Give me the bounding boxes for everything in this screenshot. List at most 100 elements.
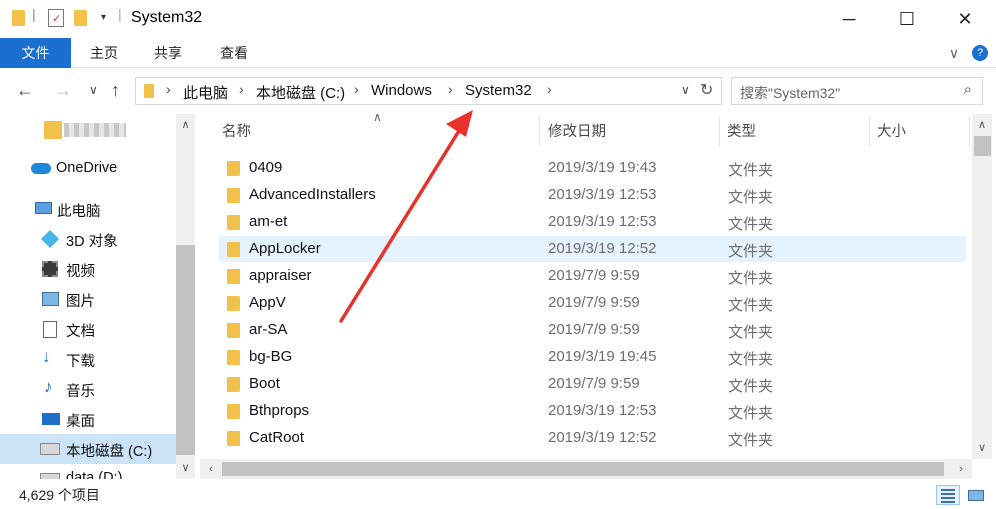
scroll-right-icon[interactable]: › — [952, 460, 970, 478]
file-row[interactable]: ar-SA 2019/7/9 9:59 文件夹 — [219, 317, 966, 343]
folder-icon — [144, 84, 154, 98]
folder-icon — [227, 431, 240, 446]
breadcrumb-system32[interactable]: System32 — [465, 82, 532, 99]
scroll-up-icon[interactable]: ∧ — [973, 116, 991, 134]
file-row[interactable]: AppLocker 2019/3/19 12:52 文件夹 — [219, 236, 966, 262]
file-row[interactable]: Boot 2019/7/9 9:59 文件夹 — [219, 371, 966, 397]
file-date: 2019/3/19 19:43 — [548, 159, 657, 176]
scroll-left-icon[interactable]: ‹ — [202, 460, 220, 478]
sidebar-item-downloads[interactable]: ↓ 下载 — [0, 344, 176, 374]
sidebar-item-this-pc[interactable]: 此电脑 — [0, 194, 176, 224]
file-list: ∧ 名称 修改日期 类型 大小 0409 2019/3/19 19:43 文件夹 Ad… — [200, 110, 996, 479]
file-date: 2019/3/19 12:52 — [548, 240, 657, 257]
scroll-down-icon[interactable]: ∨ — [176, 459, 195, 477]
column-header-type[interactable]: 类型 — [727, 120, 756, 141]
chevron-right-icon[interactable]: › — [547, 81, 552, 97]
search-icon[interactable]: ⌕ — [964, 81, 972, 98]
column-divider[interactable] — [869, 116, 870, 146]
minimize-button[interactable]: ─ — [824, 0, 874, 38]
chevron-right-icon[interactable]: › — [448, 81, 453, 97]
desktop-icon — [42, 413, 60, 425]
file-date: 2019/3/19 19:45 — [548, 348, 657, 365]
window-title: System32 — [131, 9, 203, 26]
chevron-right-icon[interactable]: › — [354, 81, 359, 97]
vertical-scrollbar[interactable] — [972, 114, 992, 459]
column-divider[interactable] — [969, 116, 970, 146]
breadcrumb-local-disk[interactable]: 本地磁盘 (C:) — [256, 82, 345, 103]
customize-toolbar-icon[interactable]: ▾ — [101, 12, 106, 23]
column-divider[interactable] — [719, 116, 720, 146]
forward-icon[interactable]: → — [54, 80, 72, 101]
close-button[interactable]: ✕ — [940, 0, 990, 38]
folder-icon — [227, 188, 240, 203]
tab-file[interactable]: 文件 — [0, 38, 71, 68]
up-icon[interactable]: ↑ — [111, 80, 120, 101]
download-icon: ↓ — [42, 347, 51, 366]
breadcrumb-windows[interactable]: Windows — [371, 82, 432, 99]
sidebar-scroll-thumb[interactable] — [176, 245, 195, 455]
scroll-down-icon[interactable]: ∨ — [973, 439, 991, 457]
chevron-right-icon[interactable]: › — [239, 81, 244, 97]
details-view-icon[interactable] — [936, 485, 960, 505]
sidebar-item-music[interactable]: ♪ 音乐 — [0, 374, 176, 404]
blurred-label — [64, 123, 126, 137]
expand-ribbon-icon[interactable]: ∨ — [944, 38, 964, 68]
sidebar-item-blurred[interactable] — [0, 115, 176, 145]
column-header-date[interactable]: 修改日期 — [548, 120, 606, 141]
file-row[interactable]: AppV 2019/7/9 9:59 文件夹 — [219, 290, 966, 316]
horizontal-scroll-thumb[interactable] — [222, 462, 944, 476]
new-folder-icon[interactable] — [74, 10, 87, 26]
column-header-name[interactable]: 名称 — [222, 120, 251, 141]
vertical-scroll-thumb[interactable] — [974, 136, 991, 156]
properties-icon[interactable]: ✓ — [48, 9, 64, 27]
file-date: 2019/3/19 12:53 — [548, 402, 657, 419]
sidebar-item-documents[interactable]: 文档 — [0, 314, 176, 344]
file-row[interactable]: Bthprops 2019/3/19 12:53 文件夹 — [219, 398, 966, 424]
sidebar-item-label: 此电脑 — [57, 204, 101, 220]
sidebar-item-pictures[interactable]: 图片 — [0, 284, 176, 314]
column-divider[interactable] — [539, 116, 540, 146]
recent-locations-icon[interactable]: ∨ — [89, 83, 98, 97]
status-bar: 4,629 个项目 — [0, 479, 996, 509]
sidebar-item-videos[interactable]: 视频 — [0, 254, 176, 284]
file-row[interactable]: appraiser 2019/7/9 9:59 文件夹 — [219, 263, 966, 289]
help-icon[interactable]: ? — [972, 45, 988, 61]
scroll-up-icon[interactable]: ∧ — [176, 116, 195, 134]
sidebar-item-desktop[interactable]: 桌面 — [0, 404, 176, 434]
file-row[interactable]: am-et 2019/3/19 12:53 文件夹 — [219, 209, 966, 235]
address-history-icon[interactable]: ∨ — [681, 83, 690, 97]
breadcrumb-this-pc[interactable]: 此电脑 — [183, 82, 228, 103]
back-icon[interactable]: ← — [16, 80, 34, 101]
folder-icon — [227, 404, 240, 419]
sidebar-item-3d-objects[interactable]: 3D 对象 — [0, 224, 176, 254]
sidebar-item-label: 桌面 — [66, 414, 95, 430]
file-row[interactable]: CatRoot 2019/3/19 12:52 文件夹 — [219, 425, 966, 451]
file-row[interactable]: bg-BG 2019/3/19 19:45 文件夹 — [219, 344, 966, 370]
large-icons-view-icon[interactable] — [964, 485, 988, 505]
file-type: 文件夹 — [728, 216, 774, 233]
sidebar-item-data-d[interactable]: data (D:) — [0, 464, 176, 479]
address-bar[interactable]: › 此电脑 › 本地磁盘 (C:) › Windows › System32 ›… — [135, 77, 722, 105]
maximize-button[interactable]: ☐ — [882, 0, 932, 38]
tab-home[interactable]: 主页 — [82, 38, 126, 68]
file-name: Boot — [249, 375, 280, 392]
file-row[interactable]: AdvancedInstallers 2019/3/19 12:53 文件夹 — [219, 182, 966, 208]
item-count: 4,629 个项目 — [19, 487, 100, 503]
refresh-icon[interactable]: ↻ — [700, 80, 713, 100]
chevron-right-icon[interactable]: › — [166, 81, 171, 97]
sidebar-item-local-disk-c[interactable]: 本地磁盘 (C:) — [0, 434, 176, 464]
tab-view[interactable]: 查看 — [212, 38, 256, 68]
video-icon — [42, 261, 58, 277]
tab-share[interactable]: 共享 — [146, 38, 190, 68]
file-name: AppV — [249, 294, 286, 311]
folder-icon — [227, 161, 240, 176]
sidebar-item-label: OneDrive — [56, 160, 118, 176]
file-name: CatRoot — [249, 429, 305, 446]
file-name: 0409 — [249, 159, 283, 176]
sidebar-item-onedrive[interactable]: OneDrive — [0, 154, 176, 184]
search-input[interactable]: 搜索"System32" — [740, 83, 840, 103]
column-header-size[interactable]: 大小 — [877, 120, 906, 141]
file-row[interactable]: 0409 2019/3/19 19:43 文件夹 — [219, 155, 966, 181]
sidebar-item-label: 文档 — [66, 324, 95, 340]
search-box[interactable]: 搜索"System32" ⌕ — [731, 77, 983, 105]
